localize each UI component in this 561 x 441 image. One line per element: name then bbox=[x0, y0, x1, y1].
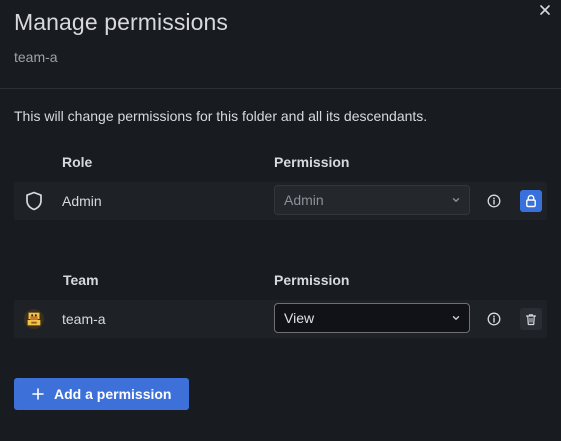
shield-icon bbox=[24, 191, 44, 211]
permission-row-team-a: team-a View bbox=[14, 300, 547, 338]
role-permission-select[interactable]: Admin bbox=[274, 185, 470, 215]
trash-icon bbox=[525, 313, 537, 325]
add-permission-button[interactable]: Add a permission bbox=[14, 378, 189, 410]
role-label: Admin bbox=[62, 193, 102, 209]
column-header-role: Role bbox=[62, 154, 93, 170]
team-permission-select[interactable]: View bbox=[274, 303, 470, 333]
header-divider bbox=[0, 88, 561, 89]
column-header-permission: Permission bbox=[274, 154, 350, 170]
close-icon bbox=[540, 5, 550, 15]
column-header-permission-team: Permission bbox=[274, 272, 350, 288]
team-label: team-a bbox=[62, 311, 106, 327]
chevron-down-icon bbox=[452, 198, 460, 202]
permission-row-admin: Admin Admin bbox=[14, 182, 547, 220]
dialog-subtitle: team-a bbox=[14, 49, 58, 65]
dialog-title: Manage permissions bbox=[14, 9, 229, 35]
chevron-down-icon bbox=[452, 316, 460, 320]
plus-icon bbox=[32, 388, 44, 400]
permissions-description: This will change permissions for this fo… bbox=[14, 108, 428, 124]
add-permission-label: Add a permission bbox=[54, 386, 172, 402]
team-permission-value: View bbox=[284, 310, 315, 326]
dialog-header: Manage permissions team-a bbox=[14, 8, 228, 66]
role-permission-value: Admin bbox=[284, 192, 324, 208]
delete-permission-button[interactable] bbox=[520, 308, 542, 330]
close-button[interactable] bbox=[537, 2, 553, 18]
lock-button[interactable] bbox=[520, 190, 542, 212]
column-header-team: Team bbox=[63, 272, 99, 288]
team-avatar bbox=[24, 309, 44, 329]
role-info-button[interactable] bbox=[486, 193, 502, 209]
info-icon bbox=[487, 194, 501, 208]
team-info-button[interactable] bbox=[486, 311, 502, 327]
lock-icon bbox=[526, 194, 536, 208]
info-icon bbox=[487, 312, 501, 326]
